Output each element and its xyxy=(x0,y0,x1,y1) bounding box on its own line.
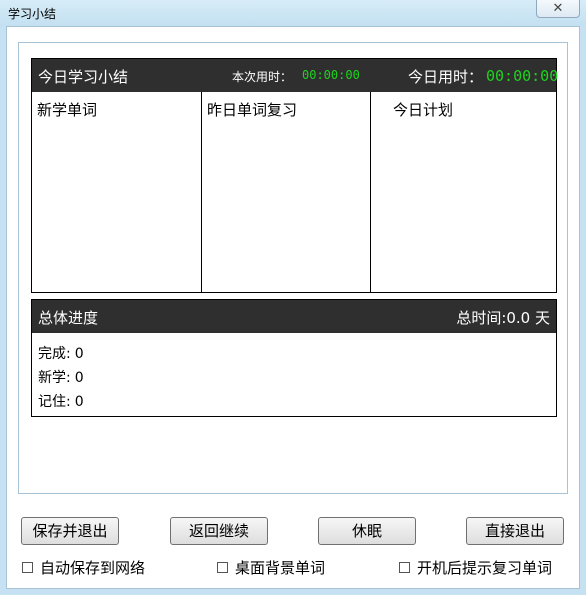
session-time-label: 本次用时： xyxy=(232,70,293,84)
stat-new: 新学: 0 xyxy=(38,367,84,387)
overall-progress-header: 总体进度 总时间:0.0 天 xyxy=(32,300,556,333)
overall-progress-title: 总体进度 xyxy=(38,309,99,327)
window-title: 学习小结 xyxy=(8,7,57,21)
autosave-checkbox[interactable]: 自动保存到网络 xyxy=(22,557,145,578)
startup-review-checkbox-box[interactable] xyxy=(399,562,410,573)
total-time: 总时间:0.0 天 xyxy=(456,309,550,327)
startup-review-checkbox[interactable]: 开机后提示复习单词 xyxy=(399,557,552,578)
close-icon: ✕ xyxy=(552,1,564,16)
stat-new-label: 新学: xyxy=(38,370,71,386)
exit-button[interactable]: 直接退出 xyxy=(466,517,564,545)
new-words-column: 新学单词 xyxy=(32,92,202,292)
stat-remembered-value: 0 xyxy=(74,394,84,410)
overall-progress-panel: 总体进度 总时间:0.0 天 完成: 0 新学: 0 记住: 0 xyxy=(31,299,557,417)
today-summary-panel: 今日学习小结 本次用时： 00:00:00 今日用时： 00:00:00 新学单… xyxy=(31,58,559,293)
autosave-checkbox-box[interactable] xyxy=(22,562,33,573)
today-time-label: 今日用时： xyxy=(408,68,484,86)
new-words-label: 新学单词 xyxy=(37,101,98,119)
title-bar: 学习小结 ✕ xyxy=(0,0,586,26)
startup-review-checkbox-label: 开机后提示复习单词 xyxy=(417,559,553,577)
stat-completed: 完成: 0 xyxy=(38,343,84,363)
wallpaper-words-checkbox[interactable]: 桌面背景单词 xyxy=(217,557,325,578)
stat-completed-value: 0 xyxy=(74,346,84,362)
save-and-exit-button[interactable]: 保存并退出 xyxy=(21,517,119,545)
today-plan-column: 今日计划 xyxy=(371,92,556,292)
today-summary-title: 今日学习小结 xyxy=(38,68,129,86)
close-button[interactable]: ✕ xyxy=(536,0,580,18)
review-words-label: 昨日单词复习 xyxy=(207,101,298,119)
sleep-button[interactable]: 休眠 xyxy=(318,517,416,545)
stat-remembered-label: 记住: xyxy=(38,394,71,410)
autosave-checkbox-label: 自动保存到网络 xyxy=(40,559,146,577)
review-words-column: 昨日单词复习 xyxy=(202,92,371,292)
resume-button[interactable]: 返回继续 xyxy=(170,517,268,545)
wallpaper-words-checkbox-box[interactable] xyxy=(217,562,228,573)
wallpaper-words-checkbox-label: 桌面背景单词 xyxy=(235,559,326,577)
today-plan-label: 今日计划 xyxy=(393,101,454,119)
stat-remembered: 记住: 0 xyxy=(38,391,84,411)
stat-new-value: 0 xyxy=(74,370,84,386)
today-time-value: 00:00:00 xyxy=(486,67,559,85)
stat-completed-label: 完成: xyxy=(38,346,71,362)
session-time-value: 00:00:00 xyxy=(302,68,360,82)
today-summary-header: 今日学习小结 本次用时： 00:00:00 今日用时： 00:00:00 xyxy=(32,59,559,92)
